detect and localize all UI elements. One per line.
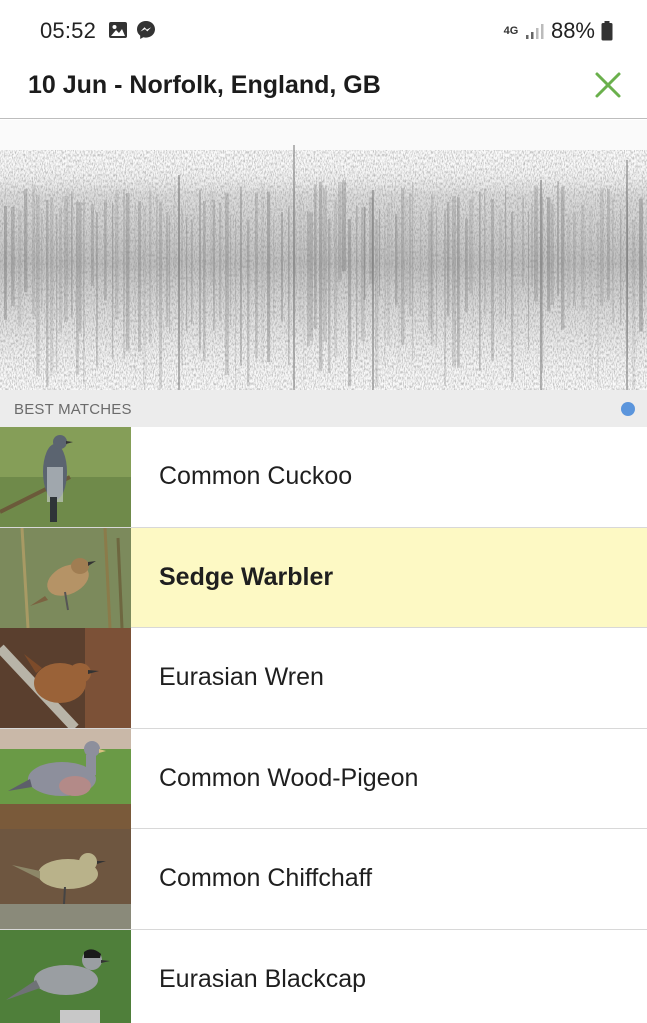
status-dot — [621, 402, 635, 416]
status-bar: 05:52 4G 88% — [0, 0, 647, 62]
species-thumbnail — [0, 527, 131, 628]
cuckoo-photo-icon — [0, 427, 131, 527]
wren-photo-icon — [0, 628, 131, 728]
gallery-icon — [109, 22, 127, 38]
spectrogram[interactable] — [0, 120, 647, 390]
wood-pigeon-photo-icon — [0, 728, 131, 829]
best-matches-header: BEST MATCHES — [0, 390, 647, 427]
species-thumbnail — [0, 829, 131, 929]
list-item-selected[interactable]: Sedge Warbler — [0, 527, 647, 628]
species-thumbnail — [0, 427, 131, 527]
list-item[interactable]: Eurasian Wren — [0, 628, 647, 729]
battery-icon — [601, 21, 613, 41]
signal-icon — [525, 24, 544, 39]
status-right: 4G 88% — [503, 18, 613, 44]
messenger-icon — [137, 21, 155, 39]
status-time: 05:52 — [40, 18, 97, 43]
close-button[interactable] — [593, 70, 623, 100]
list-item[interactable]: Common Wood-Pigeon — [0, 728, 647, 829]
sedge-warbler-photo-icon — [0, 527, 131, 628]
list-item[interactable]: Eurasian Blackcap — [0, 929, 647, 1023]
species-name: Common Wood-Pigeon — [159, 763, 419, 792]
species-name: Eurasian Wren — [159, 663, 324, 691]
species-thumbnail — [0, 628, 131, 728]
recording-header: 10 Jun - Norfolk, England, GB — [0, 62, 647, 119]
species-name: Common Cuckoo — [159, 462, 353, 490]
list-item[interactable]: Common Cuckoo — [0, 427, 647, 528]
species-name: Sedge Warbler — [159, 562, 334, 591]
spectrogram-image — [0, 145, 647, 390]
page-title: 10 Jun - Norfolk, England, GB — [28, 71, 381, 99]
chiffchaff-photo-icon — [0, 829, 131, 929]
species-thumbnail — [0, 929, 131, 1023]
results-list: Common Cuckoo Sedge Warbler Eurasian Wre… — [0, 427, 647, 1023]
close-icon — [595, 72, 621, 98]
species-name: Eurasian Blackcap — [159, 964, 367, 993]
species-thumbnail — [0, 728, 131, 829]
network-type: 4G — [503, 25, 519, 37]
list-item[interactable]: Common Chiffchaff — [0, 829, 647, 930]
section-label: BEST MATCHES — [14, 401, 132, 418]
notification-icons — [108, 20, 156, 40]
battery-percent: 88% — [550, 18, 595, 43]
blackcap-photo-icon — [0, 929, 131, 1023]
species-name: Common Chiffchaff — [159, 864, 373, 892]
